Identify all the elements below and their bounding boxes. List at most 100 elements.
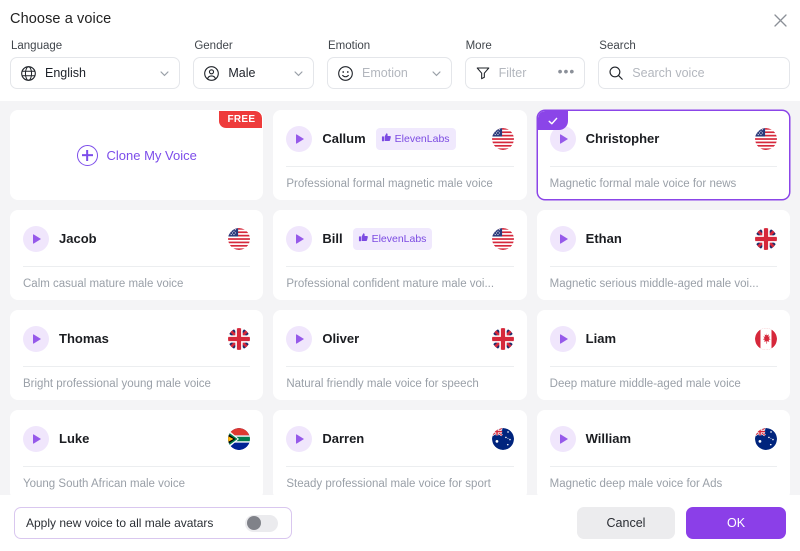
play-button[interactable] — [286, 125, 313, 152]
voice-name: Oliver — [322, 331, 360, 346]
funnel-icon — [475, 65, 491, 81]
search-input[interactable]: Search voice — [632, 66, 704, 80]
filter-language: Language English — [10, 40, 181, 89]
voice-card-header: Bill ElevenLabs — [274, 211, 525, 266]
voice-name: Callum — [322, 131, 366, 146]
page-title: Choose a voice — [10, 11, 112, 27]
play-icon — [33, 233, 41, 244]
play-button[interactable] — [286, 425, 313, 452]
voice-card-header: Oliver — [274, 311, 525, 366]
voice-card-header: Callum ElevenLabs — [274, 111, 525, 166]
apply-to-all-toggle[interactable] — [245, 514, 278, 532]
filter-more: More Filter ••• — [464, 40, 586, 89]
voice-name: Christopher — [585, 131, 660, 146]
play-button[interactable] — [549, 225, 576, 252]
provider-badge: ElevenLabs — [375, 127, 456, 150]
user-circle-icon — [203, 65, 220, 82]
voice-card[interactable]: Jacob Calm casual mature male voice — [10, 210, 264, 300]
voice-card[interactable]: Thomas Bright professional young male vo… — [10, 310, 264, 400]
play-button[interactable] — [549, 425, 576, 452]
search-box[interactable]: Search voice — [598, 57, 791, 89]
flag-icon-ca — [754, 327, 777, 350]
voice-name: Liam — [585, 331, 616, 346]
chevron-down-icon — [293, 68, 304, 79]
voice-card[interactable]: Bill ElevenLabs Professional confident m… — [273, 210, 527, 300]
filter-emotion-label: Emotion — [328, 40, 371, 52]
search-icon — [608, 65, 624, 81]
voice-card[interactable]: Ethan Magnetic serious middle-aged male … — [536, 210, 790, 300]
cancel-button[interactable]: Cancel — [577, 507, 675, 539]
play-button[interactable] — [23, 225, 49, 252]
voice-description: Magnetic formal male voice for news — [549, 178, 737, 190]
toggle-knob — [246, 516, 261, 530]
flag-icon-au — [754, 427, 777, 450]
voice-description: Bright professional young male voice — [23, 378, 211, 390]
selected-check-badge — [537, 111, 568, 130]
voice-description: Natural friendly male voice for speech — [286, 378, 479, 390]
filter-more-label: More — [465, 40, 492, 52]
voice-card-header: Ethan — [538, 211, 789, 266]
play-icon — [296, 333, 305, 344]
chevron-down-icon — [159, 68, 170, 79]
dialog-footer: Apply new voice to all male avatars Canc… — [0, 495, 800, 551]
voice-card[interactable]: William Magnetic deep male voice for Ads — [536, 410, 790, 495]
voice-name: Luke — [59, 431, 90, 446]
voice-name: Thomas — [59, 331, 109, 346]
play-icon — [33, 433, 41, 444]
play-button[interactable] — [549, 325, 576, 352]
voice-card-header: William — [538, 411, 789, 466]
check-icon — [548, 117, 557, 124]
voice-description: Magnetic serious middle-aged male voi... — [549, 278, 759, 290]
overflow-dots-icon[interactable]: ••• — [558, 64, 576, 79]
flag-icon-us — [491, 227, 514, 250]
filter-bar: Language English Gender Male Emotion Emo… — [0, 38, 800, 101]
globe-icon — [20, 65, 37, 82]
voice-name: William — [585, 431, 632, 446]
flag-icon-us — [228, 227, 251, 250]
play-icon — [296, 433, 305, 444]
voice-card[interactable]: Luke Young South African male voice — [10, 410, 264, 495]
smiley-icon — [337, 65, 354, 82]
more-filter-button[interactable]: Filter ••• — [464, 57, 586, 89]
voice-description: Magnetic deep male voice for Ads — [549, 478, 723, 490]
flag-icon-gb — [228, 327, 251, 350]
play-button[interactable] — [23, 425, 49, 452]
voice-description: Calm casual mature male voice — [23, 278, 184, 290]
gender-select[interactable]: Male — [193, 57, 315, 89]
play-icon — [559, 333, 568, 344]
voice-card[interactable]: Callum ElevenLabs Professional formal ma… — [273, 110, 527, 200]
voice-card-header: Jacob — [11, 211, 262, 266]
flag-icon-us — [491, 127, 514, 150]
dialog-header: Choose a voice — [0, 0, 800, 38]
play-button[interactable] — [286, 325, 313, 352]
voice-description: Professional confident mature male voi..… — [286, 278, 495, 290]
emotion-select[interactable]: Emotion — [327, 57, 452, 89]
filter-gender-label: Gender — [194, 40, 233, 52]
filter-gender: Gender Male — [193, 40, 315, 89]
provider-label: ElevenLabs — [371, 232, 427, 245]
voice-card[interactable]: Oliver Natural friendly male voice for s… — [273, 310, 527, 400]
voice-card[interactable]: Darren Steady professional male voice fo… — [273, 410, 527, 495]
voice-card[interactable]: Liam Deep mature middle-aged male voice — [536, 310, 790, 400]
language-select[interactable]: English — [10, 57, 181, 89]
play-button[interactable] — [286, 225, 313, 252]
voice-list-area[interactable]: Clone My Voice FREE Callum ElevenLabs Pr… — [0, 101, 800, 495]
choose-voice-dialog: Choose a voice Language English Gender M… — [0, 0, 800, 551]
play-icon — [296, 233, 305, 244]
provider-label: ElevenLabs — [394, 132, 450, 145]
voice-name: Jacob — [59, 231, 97, 246]
play-button[interactable] — [23, 325, 49, 352]
clone-my-voice-card[interactable]: Clone My Voice FREE — [10, 110, 264, 200]
voice-card-header: Thomas — [11, 311, 262, 366]
voice-card[interactable]: Christopher Magnetic formal male voice f… — [536, 110, 790, 200]
chevron-down-icon — [431, 68, 442, 79]
close-button[interactable] — [769, 9, 791, 31]
thumbs-up-icon — [381, 130, 392, 148]
voice-description: Young South African male voice — [23, 478, 185, 490]
apply-to-all-label: Apply new voice to all male avatars — [26, 516, 214, 530]
play-icon — [296, 133, 305, 144]
apply-to-all-toggle-row[interactable]: Apply new voice to all male avatars — [14, 507, 292, 539]
plus-circle-icon — [76, 144, 98, 166]
play-icon — [559, 233, 568, 244]
ok-button[interactable]: OK — [686, 507, 786, 539]
